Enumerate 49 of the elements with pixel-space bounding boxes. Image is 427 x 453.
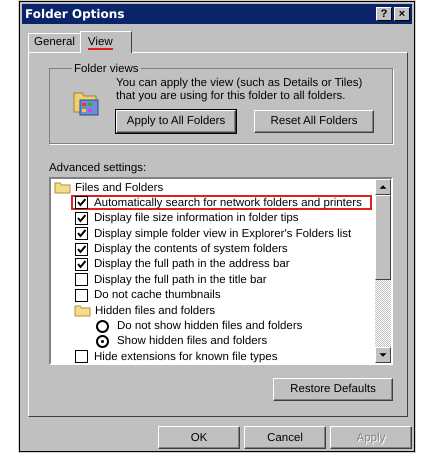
advanced-settings-label: Advanced settings: bbox=[49, 162, 148, 174]
option-label: Display the full path in the title bar bbox=[94, 274, 267, 286]
checkbox-option[interactable]: Automatically search for network folders and printers bbox=[71, 195, 372, 210]
help-button[interactable]: ? bbox=[376, 6, 392, 21]
radio-button[interactable] bbox=[96, 334, 109, 348]
checkbox-option[interactable]: Display file size information in folder tips bbox=[71, 210, 309, 226]
category-label: Files and Folders bbox=[75, 182, 164, 194]
window-title: Folder Options bbox=[25, 6, 124, 21]
option-label: Display simple folder view in Explorer's Folders list bbox=[94, 228, 352, 240]
option-label: Do not cache thumbnails bbox=[94, 289, 221, 302]
checkbox-option[interactable]: Hide extensions for known file types bbox=[71, 349, 288, 363]
checkbox[interactable] bbox=[75, 350, 88, 363]
option-label: Do not show hidden files and folders bbox=[117, 320, 302, 332]
scroll-down-icon[interactable] bbox=[375, 346, 391, 363]
dialog-button[interactable]: Cancel bbox=[244, 426, 326, 449]
option-label: Automatically search for network folders and printers bbox=[94, 196, 362, 209]
checkbox[interactable] bbox=[75, 258, 88, 271]
folder-icon bbox=[54, 181, 71, 194]
checkbox[interactable] bbox=[75, 288, 88, 302]
tab[interactable]: View bbox=[80, 30, 132, 53]
checkbox[interactable] bbox=[75, 242, 88, 256]
radio-button[interactable] bbox=[96, 320, 109, 333]
checkbox-option[interactable]: Display the full path in the address bar bbox=[71, 256, 300, 272]
checkbox-option[interactable]: Display the full path in the title bar bbox=[71, 272, 277, 288]
option-label: Hide extensions for known file types bbox=[94, 350, 278, 363]
option-label: Show hidden files and folders bbox=[117, 335, 268, 348]
folder-icon bbox=[74, 304, 91, 318]
scroll-up-icon[interactable] bbox=[375, 178, 391, 195]
checkbox-option[interactable]: Do not cache thumbnails bbox=[71, 288, 231, 303]
scrollbar[interactable] bbox=[375, 178, 391, 363]
apply-to-all-button[interactable]: Apply to All Folders bbox=[116, 110, 236, 133]
checkbox-option[interactable]: Display simple folder view in Explorer's Folders list bbox=[71, 226, 362, 242]
checkbox[interactable] bbox=[75, 212, 88, 225]
group-title: Folder views bbox=[73, 62, 140, 75]
folder-views-description: You can apply the view (such as Details or Tiles) that you are using for this folder to all folders. bbox=[116, 76, 364, 103]
checkbox[interactable] bbox=[75, 227, 88, 240]
dialog-button[interactable]: OK bbox=[158, 426, 240, 449]
option-label: Display file size information in folder tips bbox=[94, 212, 299, 224]
category-label: Hidden files and folders bbox=[95, 304, 216, 317]
option-label: Display the full path in the address bar bbox=[94, 258, 290, 270]
close-button[interactable]: × bbox=[394, 6, 410, 21]
reset-all-button[interactable]: Reset All Folders bbox=[254, 110, 374, 133]
restore-defaults-button[interactable]: Restore Defaults bbox=[273, 378, 393, 401]
tab[interactable]: General bbox=[28, 32, 81, 52]
scroll-thumb[interactable] bbox=[375, 194, 391, 280]
checkbox[interactable] bbox=[75, 196, 88, 210]
option-label: Display the contents of system folders bbox=[94, 243, 288, 256]
checkbox-option[interactable]: Display the contents of system folders bbox=[71, 242, 298, 257]
checkbox[interactable] bbox=[75, 273, 88, 286]
